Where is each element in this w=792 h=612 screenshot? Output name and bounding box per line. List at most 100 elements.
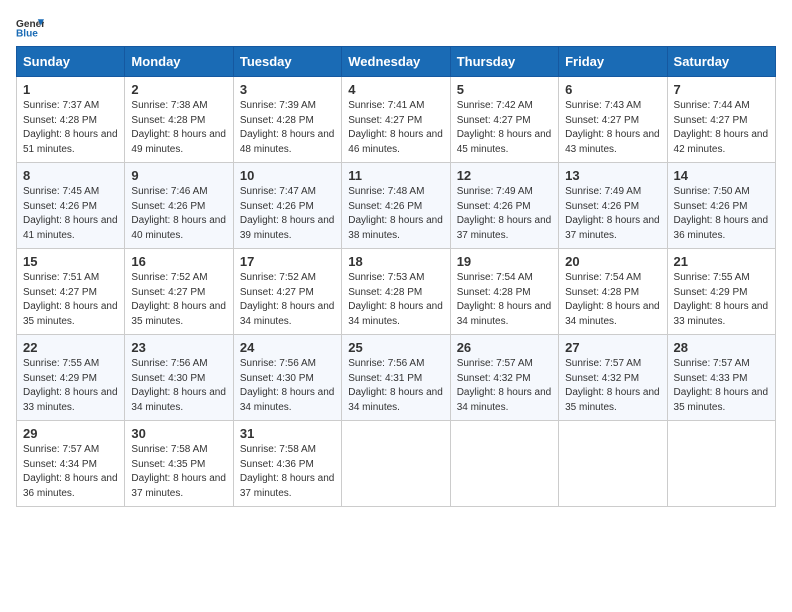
calendar-cell: 26 Sunrise: 7:57 AM Sunset: 4:32 PM Dayl… <box>450 335 558 421</box>
cell-content: Sunrise: 7:42 AM Sunset: 4:27 PM Dayligh… <box>457 99 552 157</box>
calendar-week-row: 29 Sunrise: 7:57 AM Sunset: 4:34 PM Dayl… <box>17 421 776 507</box>
calendar-cell: 20 Sunrise: 7:54 AM Sunset: 4:28 PM Dayl… <box>559 249 667 335</box>
calendar-cell: 7 Sunrise: 7:44 AM Sunset: 4:27 PM Dayli… <box>667 77 775 163</box>
day-number: 17 <box>240 254 335 269</box>
day-number: 1 <box>23 82 118 97</box>
day-number: 19 <box>457 254 552 269</box>
cell-content: Sunrise: 7:58 AM Sunset: 4:36 PM Dayligh… <box>240 443 335 501</box>
day-header-wednesday: Wednesday <box>342 47 450 77</box>
calendar-cell <box>559 421 667 507</box>
day-header-monday: Monday <box>125 47 233 77</box>
cell-content: Sunrise: 7:50 AM Sunset: 4:26 PM Dayligh… <box>674 185 769 243</box>
calendar-cell: 2 Sunrise: 7:38 AM Sunset: 4:28 PM Dayli… <box>125 77 233 163</box>
cell-content: Sunrise: 7:52 AM Sunset: 4:27 PM Dayligh… <box>131 271 226 329</box>
calendar-cell <box>667 421 775 507</box>
calendar-cell: 16 Sunrise: 7:52 AM Sunset: 4:27 PM Dayl… <box>125 249 233 335</box>
day-number: 3 <box>240 82 335 97</box>
calendar-cell: 27 Sunrise: 7:57 AM Sunset: 4:32 PM Dayl… <box>559 335 667 421</box>
calendar-cell: 4 Sunrise: 7:41 AM Sunset: 4:27 PM Dayli… <box>342 77 450 163</box>
calendar-cell: 21 Sunrise: 7:55 AM Sunset: 4:29 PM Dayl… <box>667 249 775 335</box>
day-number: 7 <box>674 82 769 97</box>
day-number: 28 <box>674 340 769 355</box>
cell-content: Sunrise: 7:37 AM Sunset: 4:28 PM Dayligh… <box>23 99 118 157</box>
day-header-tuesday: Tuesday <box>233 47 341 77</box>
day-number: 10 <box>240 168 335 183</box>
day-number: 21 <box>674 254 769 269</box>
day-number: 23 <box>131 340 226 355</box>
day-number: 27 <box>565 340 660 355</box>
calendar-cell: 1 Sunrise: 7:37 AM Sunset: 4:28 PM Dayli… <box>17 77 125 163</box>
cell-content: Sunrise: 7:46 AM Sunset: 4:26 PM Dayligh… <box>131 185 226 243</box>
day-number: 13 <box>565 168 660 183</box>
day-number: 30 <box>131 426 226 441</box>
cell-content: Sunrise: 7:55 AM Sunset: 4:29 PM Dayligh… <box>23 357 118 415</box>
day-number: 24 <box>240 340 335 355</box>
calendar-week-row: 15 Sunrise: 7:51 AM Sunset: 4:27 PM Dayl… <box>17 249 776 335</box>
cell-content: Sunrise: 7:51 AM Sunset: 4:27 PM Dayligh… <box>23 271 118 329</box>
calendar-cell: 8 Sunrise: 7:45 AM Sunset: 4:26 PM Dayli… <box>17 163 125 249</box>
cell-content: Sunrise: 7:44 AM Sunset: 4:27 PM Dayligh… <box>674 99 769 157</box>
calendar-cell: 19 Sunrise: 7:54 AM Sunset: 4:28 PM Dayl… <box>450 249 558 335</box>
cell-content: Sunrise: 7:52 AM Sunset: 4:27 PM Dayligh… <box>240 271 335 329</box>
day-number: 9 <box>131 168 226 183</box>
cell-content: Sunrise: 7:48 AM Sunset: 4:26 PM Dayligh… <box>348 185 443 243</box>
cell-content: Sunrise: 7:58 AM Sunset: 4:35 PM Dayligh… <box>131 443 226 501</box>
day-header-friday: Friday <box>559 47 667 77</box>
day-number: 16 <box>131 254 226 269</box>
day-number: 14 <box>674 168 769 183</box>
cell-content: Sunrise: 7:54 AM Sunset: 4:28 PM Dayligh… <box>565 271 660 329</box>
day-header-sunday: Sunday <box>17 47 125 77</box>
calendar-cell: 30 Sunrise: 7:58 AM Sunset: 4:35 PM Dayl… <box>125 421 233 507</box>
logo: General Blue <box>16 16 44 38</box>
cell-content: Sunrise: 7:41 AM Sunset: 4:27 PM Dayligh… <box>348 99 443 157</box>
calendar-cell: 25 Sunrise: 7:56 AM Sunset: 4:31 PM Dayl… <box>342 335 450 421</box>
calendar-cell: 24 Sunrise: 7:56 AM Sunset: 4:30 PM Dayl… <box>233 335 341 421</box>
day-number: 26 <box>457 340 552 355</box>
day-number: 12 <box>457 168 552 183</box>
cell-content: Sunrise: 7:56 AM Sunset: 4:31 PM Dayligh… <box>348 357 443 415</box>
calendar-cell: 6 Sunrise: 7:43 AM Sunset: 4:27 PM Dayli… <box>559 77 667 163</box>
cell-content: Sunrise: 7:38 AM Sunset: 4:28 PM Dayligh… <box>131 99 226 157</box>
calendar-cell: 18 Sunrise: 7:53 AM Sunset: 4:28 PM Dayl… <box>342 249 450 335</box>
day-header-saturday: Saturday <box>667 47 775 77</box>
day-number: 4 <box>348 82 443 97</box>
calendar-header-row: SundayMondayTuesdayWednesdayThursdayFrid… <box>17 47 776 77</box>
day-number: 8 <box>23 168 118 183</box>
day-number: 22 <box>23 340 118 355</box>
calendar-cell: 10 Sunrise: 7:47 AM Sunset: 4:26 PM Dayl… <box>233 163 341 249</box>
logo-icon: General Blue <box>16 16 44 38</box>
day-number: 18 <box>348 254 443 269</box>
cell-content: Sunrise: 7:53 AM Sunset: 4:28 PM Dayligh… <box>348 271 443 329</box>
day-number: 2 <box>131 82 226 97</box>
calendar-week-row: 1 Sunrise: 7:37 AM Sunset: 4:28 PM Dayli… <box>17 77 776 163</box>
day-number: 6 <box>565 82 660 97</box>
cell-content: Sunrise: 7:56 AM Sunset: 4:30 PM Dayligh… <box>240 357 335 415</box>
calendar-cell: 17 Sunrise: 7:52 AM Sunset: 4:27 PM Dayl… <box>233 249 341 335</box>
calendar-cell: 3 Sunrise: 7:39 AM Sunset: 4:28 PM Dayli… <box>233 77 341 163</box>
cell-content: Sunrise: 7:39 AM Sunset: 4:28 PM Dayligh… <box>240 99 335 157</box>
calendar-cell <box>450 421 558 507</box>
cell-content: Sunrise: 7:45 AM Sunset: 4:26 PM Dayligh… <box>23 185 118 243</box>
day-number: 25 <box>348 340 443 355</box>
cell-content: Sunrise: 7:55 AM Sunset: 4:29 PM Dayligh… <box>674 271 769 329</box>
page-header: General Blue <box>16 16 776 38</box>
day-number: 31 <box>240 426 335 441</box>
calendar-cell: 29 Sunrise: 7:57 AM Sunset: 4:34 PM Dayl… <box>17 421 125 507</box>
calendar-cell: 14 Sunrise: 7:50 AM Sunset: 4:26 PM Dayl… <box>667 163 775 249</box>
cell-content: Sunrise: 7:57 AM Sunset: 4:33 PM Dayligh… <box>674 357 769 415</box>
day-number: 20 <box>565 254 660 269</box>
day-number: 29 <box>23 426 118 441</box>
cell-content: Sunrise: 7:49 AM Sunset: 4:26 PM Dayligh… <box>457 185 552 243</box>
cell-content: Sunrise: 7:56 AM Sunset: 4:30 PM Dayligh… <box>131 357 226 415</box>
cell-content: Sunrise: 7:43 AM Sunset: 4:27 PM Dayligh… <box>565 99 660 157</box>
day-number: 11 <box>348 168 443 183</box>
calendar-cell: 9 Sunrise: 7:46 AM Sunset: 4:26 PM Dayli… <box>125 163 233 249</box>
calendar-cell: 5 Sunrise: 7:42 AM Sunset: 4:27 PM Dayli… <box>450 77 558 163</box>
calendar-cell: 13 Sunrise: 7:49 AM Sunset: 4:26 PM Dayl… <box>559 163 667 249</box>
calendar-cell: 12 Sunrise: 7:49 AM Sunset: 4:26 PM Dayl… <box>450 163 558 249</box>
calendar-cell: 28 Sunrise: 7:57 AM Sunset: 4:33 PM Dayl… <box>667 335 775 421</box>
svg-text:Blue: Blue <box>16 28 38 38</box>
cell-content: Sunrise: 7:47 AM Sunset: 4:26 PM Dayligh… <box>240 185 335 243</box>
cell-content: Sunrise: 7:57 AM Sunset: 4:34 PM Dayligh… <box>23 443 118 501</box>
calendar-cell: 31 Sunrise: 7:58 AM Sunset: 4:36 PM Dayl… <box>233 421 341 507</box>
